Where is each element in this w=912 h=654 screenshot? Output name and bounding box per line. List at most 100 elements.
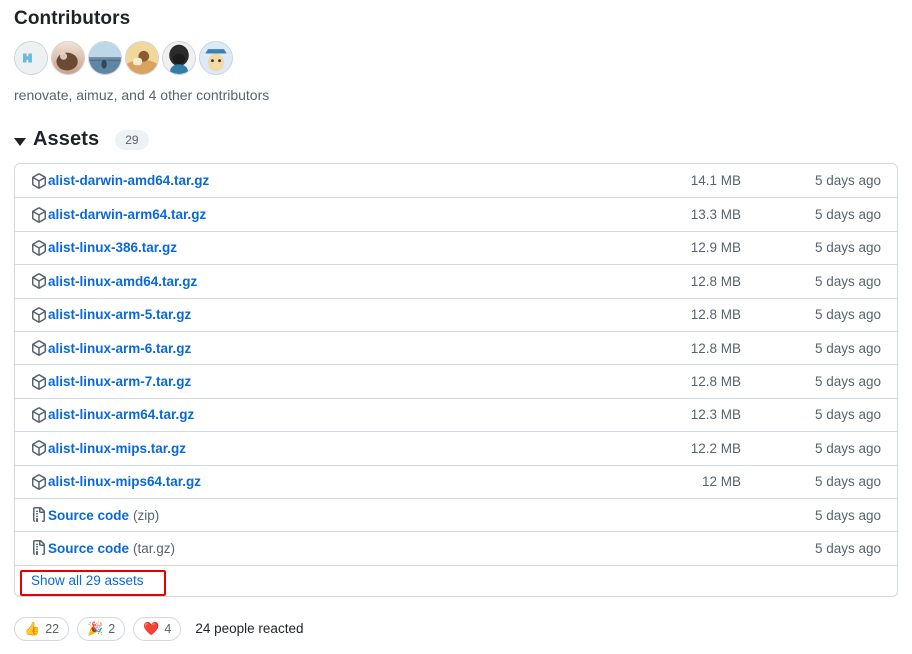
asset-size: 12.8 MB	[690, 374, 741, 390]
assets-title[interactable]: Assets	[33, 128, 99, 151]
avatar-renovate[interactable]	[14, 41, 48, 75]
asset-name-cell: alist-linux-arm-6.tar.gz	[31, 340, 621, 356]
asset-format-suffix: (zip)	[133, 507, 160, 523]
asset-download-link[interactable]: alist-darwin-amd64.tar.gz	[48, 173, 209, 188]
asset-name-cell: alist-linux-amd64.tar.gz	[31, 273, 621, 290]
avatar-contributor-5[interactable]	[162, 41, 196, 75]
asset-name-cell: alist-linux-mips.tar.gz	[31, 440, 621, 457]
asset-row: Source code (zip) 5 days ago	[15, 497, 897, 531]
asset-date: 5 days ago	[814, 440, 881, 456]
asset-row: alist-linux-mips.tar.gz 12.2 MB 5 days ago	[15, 431, 897, 464]
asset-size: 12 MB	[701, 474, 741, 490]
file-zip-icon	[31, 507, 47, 523]
chevron-down-icon[interactable]	[14, 137, 26, 146]
reaction-thumbs-up[interactable]: 👍 22	[14, 616, 70, 641]
contributors-summary: renovate, aimuz, and 4 other contributor…	[14, 87, 270, 103]
reaction-chip-list: 👍 22 🎉 2 ❤️ 4	[14, 616, 189, 641]
asset-format-suffix: (tar.gz)	[133, 540, 176, 556]
asset-date: 5 days ago	[814, 173, 881, 189]
asset-date: 5 days ago	[814, 540, 881, 556]
contributors-heading: Contributors	[14, 8, 131, 29]
reactions-summary: 24 people reacted	[195, 621, 304, 637]
reactions-bar: 👍 22 🎉 2 ❤️ 4 24 people reacted	[14, 616, 898, 641]
asset-size: 12.8 MB	[690, 340, 741, 356]
package-icon	[31, 273, 47, 290]
asset-download-link[interactable]: alist-linux-arm64.tar.gz	[48, 407, 194, 422]
avatar-contributor-3[interactable]	[88, 41, 122, 75]
file-zip-icon	[31, 540, 47, 556]
asset-row: alist-darwin-arm64.tar.gz 13.3 MB 5 days a…	[15, 197, 897, 230]
asset-date: 5 days ago	[814, 273, 881, 289]
asset-name-cell: alist-linux-386.tar.gz	[31, 240, 621, 256]
asset-name-cell: alist-linux-arm-5.tar.gz	[31, 306, 621, 323]
asset-name-cell: alist-linux-arm-7.tar.gz	[31, 373, 621, 390]
asset-name-cell: alist-linux-arm64.tar.gz	[31, 407, 621, 423]
asset-download-link[interactable]: alist-linux-arm-5.tar.gz	[48, 307, 191, 322]
asset-row: Source code (tar.gz) 5 days ago	[15, 531, 897, 564]
package-icon	[31, 440, 47, 457]
assets-row-container: alist-darwin-amd64.tar.gz 14.1 MB 5 days a…	[15, 164, 897, 565]
asset-date: 5 days ago	[814, 374, 881, 390]
asset-row: alist-linux-arm64.tar.gz 12.3 MB 5 days ag…	[15, 397, 897, 431]
asset-download-link[interactable]: alist-linux-arm-6.tar.gz	[48, 341, 191, 356]
reaction-heart[interactable]: ❤️ 4	[133, 616, 182, 641]
show-all-assets-row[interactable]: Show all 29 assets	[15, 564, 897, 596]
asset-name-cell: alist-linux-mips64.tar.gz	[31, 473, 621, 490]
reaction-hooray[interactable]: 🎉 2	[77, 616, 126, 641]
asset-row: alist-linux-mips64.tar.gz 12 MB 5 days ago	[15, 464, 897, 498]
asset-date: 5 days ago	[814, 340, 881, 356]
show-all-assets-link[interactable]: Show all 29 assets	[31, 573, 144, 588]
reaction-thumbs-up-count: 22	[45, 621, 60, 636]
reaction-heart-emoji: ❤️	[143, 621, 160, 637]
avatar-contributor-6[interactable]	[199, 41, 233, 75]
assets-count-badge: 29	[115, 129, 149, 150]
package-icon	[31, 172, 47, 189]
asset-download-link[interactable]: alist-linux-amd64.tar.gz	[48, 274, 197, 289]
asset-row: alist-darwin-amd64.tar.gz 14.1 MB 5 days a…	[15, 164, 897, 197]
asset-size: 13.3 MB	[690, 207, 741, 223]
asset-row: alist-linux-arm-7.tar.gz 12.8 MB 5 days ag…	[15, 364, 897, 397]
asset-name-cell: Source code (tar.gz)	[31, 540, 621, 556]
asset-date: 5 days ago	[814, 474, 881, 490]
package-icon	[31, 340, 47, 356]
reaction-thumbs-up-emoji: 👍	[24, 621, 41, 637]
reaction-hooray-count: 2	[108, 621, 116, 636]
asset-date: 5 days ago	[814, 507, 881, 523]
asset-size: 12.3 MB	[690, 407, 741, 423]
asset-download-link[interactable]: alist-linux-mips.tar.gz	[48, 441, 186, 456]
reaction-heart-count: 4	[164, 621, 172, 636]
assets-table: alist-darwin-amd64.tar.gz 14.1 MB 5 days a…	[14, 163, 898, 597]
asset-download-link[interactable]: Source code	[48, 508, 129, 523]
asset-size: 12.8 MB	[690, 273, 741, 289]
asset-size: 12.9 MB	[690, 240, 741, 256]
asset-download-link[interactable]: alist-linux-386.tar.gz	[48, 240, 177, 255]
asset-date: 5 days ago	[814, 407, 881, 423]
asset-row: alist-linux-386.tar.gz 12.9 MB 5 days ago	[15, 230, 897, 264]
package-icon	[31, 473, 47, 490]
asset-date: 5 days ago	[814, 307, 881, 323]
asset-size: 12.2 MB	[690, 440, 741, 456]
asset-date: 5 days ago	[814, 207, 881, 223]
asset-download-link[interactable]: alist-linux-arm-7.tar.gz	[48, 374, 191, 389]
asset-name-cell: Source code (zip)	[31, 507, 621, 523]
release-assets-page: Contributors renovate, aimuz, and 4 othe…	[0, 0, 912, 654]
asset-download-link[interactable]: alist-darwin-arm64.tar.gz	[48, 207, 206, 222]
package-icon	[31, 240, 47, 256]
contributor-avatar-list	[14, 40, 898, 76]
asset-row: alist-linux-arm-5.tar.gz 12.8 MB 5 days ag…	[15, 297, 897, 331]
asset-name-cell: alist-darwin-amd64.tar.gz	[31, 172, 621, 189]
assets-header: Assets 29	[14, 128, 898, 151]
asset-date: 5 days ago	[814, 240, 881, 256]
avatar-contributor-4[interactable]	[125, 41, 159, 75]
package-icon	[31, 206, 47, 223]
asset-download-link[interactable]: alist-linux-mips64.tar.gz	[48, 474, 201, 489]
asset-size: 12.8 MB	[690, 307, 741, 323]
asset-row: alist-linux-arm-6.tar.gz 12.8 MB 5 days ag…	[15, 330, 897, 364]
asset-size: 14.1 MB	[690, 173, 741, 189]
asset-download-link[interactable]: Source code	[48, 541, 129, 556]
avatar-aimuz[interactable]	[51, 41, 85, 75]
package-icon	[31, 373, 47, 390]
package-icon	[31, 407, 47, 423]
package-icon	[31, 306, 47, 323]
asset-row: alist-linux-amd64.tar.gz 12.8 MB 5 days ag…	[15, 264, 897, 297]
